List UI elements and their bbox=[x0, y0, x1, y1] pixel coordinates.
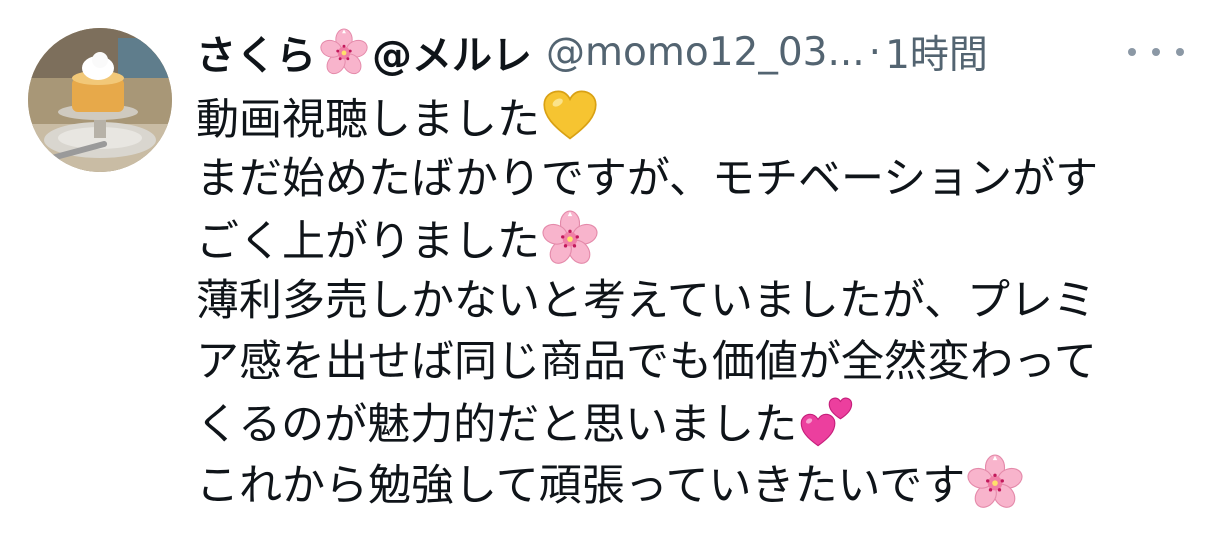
cherry-blossom-icon bbox=[967, 454, 1023, 510]
tweet-line: 薄利多売しかないと考えていましたが、プレミ bbox=[196, 271, 1186, 332]
cherry-blossom-icon bbox=[542, 210, 598, 266]
tweet-line-text: これから勉強して頑張っていきたいです bbox=[196, 461, 966, 511]
tweet-text: 動画視聴しました まだ始めたばかりですが、モチベーションがす ごく上がりました … bbox=[196, 88, 1186, 515]
timestamp[interactable]: 1時間 bbox=[885, 24, 988, 80]
yellow-heart-icon bbox=[542, 88, 598, 144]
tweet-card[interactable]: さくら @メルレ @momo12_03... · 1時間 動画視聴しました まだ… bbox=[0, 0, 1206, 535]
tweet-line-text: 薄利多売しかないと考えていましたが、プレミ bbox=[196, 276, 1096, 326]
tweet-line: まだ始めたばかりですが、モチベーションがす bbox=[196, 149, 1186, 210]
tweet-line: これから勉強して頑張っていきたいです bbox=[196, 454, 1186, 515]
tweet-header: さくら @メルレ @momo12_03... · 1時間 bbox=[196, 24, 988, 80]
display-name[interactable]: さくら bbox=[196, 23, 316, 81]
tweet-line-text: ごく上がりました bbox=[196, 217, 540, 267]
user-handle[interactable]: @momo12_03... bbox=[546, 30, 865, 75]
tweet-line: 動画視聴しました bbox=[196, 88, 1186, 149]
tweet-line: ア感を出せば同じ商品でも価値が全然変わって bbox=[196, 332, 1186, 393]
tweet-line-text: くるのが魅力的だと思いました bbox=[196, 400, 798, 450]
tweet-line-text: まだ始めたばかりですが、モチベーションがす bbox=[196, 154, 1099, 204]
avatar[interactable] bbox=[28, 28, 172, 172]
avatar-photo bbox=[28, 28, 172, 172]
display-name-suffix[interactable]: @メルレ bbox=[372, 23, 532, 81]
more-options-button[interactable] bbox=[1128, 30, 1184, 74]
tweet-line-text: ア感を出せば同じ商品でも価値が全然変わって bbox=[196, 337, 1097, 387]
separator-dot: · bbox=[868, 29, 882, 75]
cherry-blossom-icon bbox=[320, 28, 368, 76]
two-hearts-icon bbox=[799, 393, 855, 449]
tweet-line: くるのが魅力的だと思いました bbox=[196, 393, 1186, 454]
tweet-line-text: 動画視聴しました bbox=[196, 95, 540, 145]
tweet-line: ごく上がりました bbox=[196, 210, 1186, 271]
more-horizontal-icon bbox=[1128, 48, 1184, 56]
